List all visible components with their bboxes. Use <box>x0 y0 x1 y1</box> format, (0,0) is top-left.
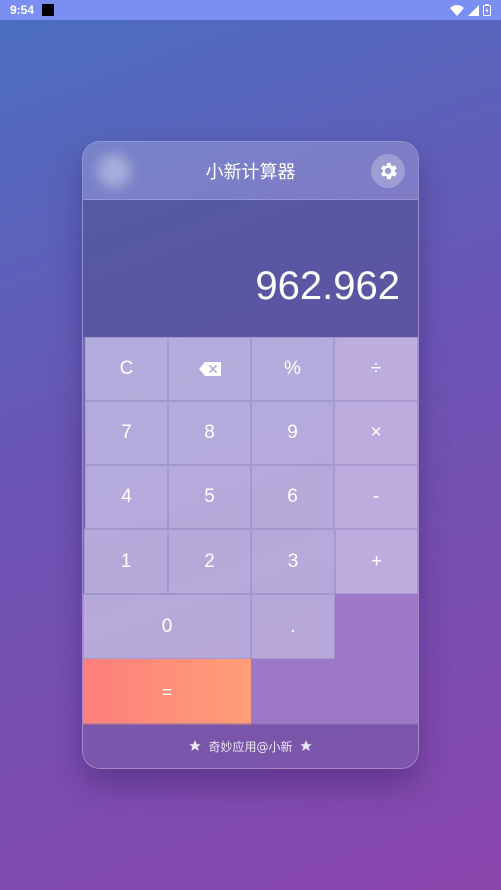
divide-button[interactable]: ÷ <box>334 337 418 401</box>
calculator-card: 小新计算器 962.962 C % ÷ 7 8 9 × 4 5 6 - 1 2 … <box>82 141 419 769</box>
clear-button[interactable]: C <box>85 337 168 401</box>
status-time: 9:54 <box>10 3 35 17</box>
star-icon <box>299 740 312 751</box>
result-display: 962.962 <box>83 200 418 337</box>
calculator-header: 小新计算器 <box>83 142 418 200</box>
settings-button[interactable] <box>371 154 405 188</box>
app-title: 小新计算器 <box>205 161 296 183</box>
equals-button[interactable]: = <box>83 659 251 725</box>
backspace-button[interactable] <box>168 337 251 401</box>
minus-button[interactable]: - <box>334 465 418 529</box>
backspace-icon <box>198 362 221 376</box>
status-icons <box>450 4 491 16</box>
digit-6-button[interactable]: 6 <box>251 465 334 529</box>
digit-1-button[interactable]: 1 <box>84 529 168 594</box>
battery-icon <box>483 4 491 16</box>
multiply-button[interactable]: × <box>334 401 418 465</box>
empty-key-slot <box>251 659 418 725</box>
digit-7-button[interactable]: 7 <box>85 401 168 465</box>
signal-icon <box>468 4 479 16</box>
gear-icon <box>381 162 397 180</box>
digit-3-button[interactable]: 3 <box>251 529 335 594</box>
empty-key-slot <box>335 594 418 659</box>
digit-5-button[interactable]: 5 <box>168 465 251 529</box>
digit-0-button[interactable]: 0 <box>83 594 251 659</box>
star-icon <box>189 740 202 751</box>
footer-text: 奇妙应用@小新 <box>208 739 293 754</box>
wifi-icon <box>450 4 464 16</box>
decimal-point-button[interactable]: . <box>251 594 335 659</box>
digit-2-button[interactable]: 2 <box>168 529 251 594</box>
display-value: 962.962 <box>255 264 400 308</box>
digit-4-button[interactable]: 4 <box>85 465 168 529</box>
plus-button[interactable]: + <box>335 529 418 594</box>
digit-9-button[interactable]: 9 <box>251 401 334 465</box>
notification-icon <box>42 4 55 16</box>
status-bar: 9:54 <box>0 0 501 20</box>
header-decoration <box>97 154 131 188</box>
footer: 奇妙应用@小新 <box>83 723 418 768</box>
digit-8-button[interactable]: 8 <box>168 401 251 465</box>
percent-button[interactable]: % <box>251 337 334 401</box>
